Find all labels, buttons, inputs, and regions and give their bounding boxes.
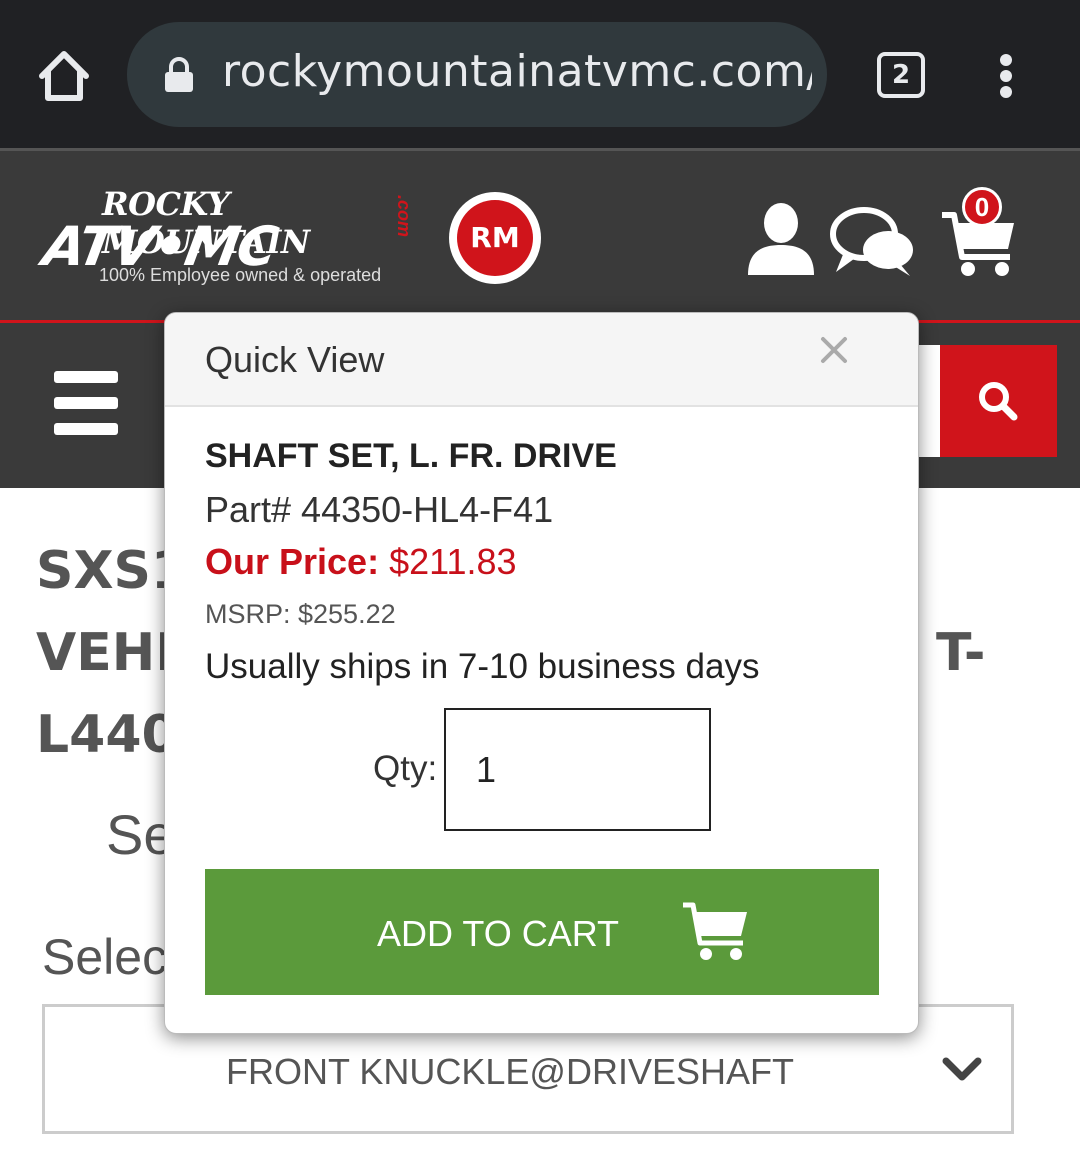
our-price: Our Price: $211.83 <box>205 541 517 583</box>
add-to-cart-button[interactable]: ADD TO CART <box>205 869 879 995</box>
site-logo[interactable]: ROCKY MOUNTAIN ATV•MC .com 100% Employee… <box>38 183 444 293</box>
account-icon[interactable] <box>746 201 816 276</box>
qty-label: Qty: <box>373 749 438 788</box>
overflow-menu-icon[interactable] <box>990 52 1024 100</box>
shipping-info: Usually ships in 7-10 business days <box>205 647 760 686</box>
quick-view-modal: Quick View SHAFT SET, L. FR. DRIVE Part#… <box>164 312 919 1034</box>
select-label: Select <box>42 929 181 985</box>
browser-toolbar: rockymountainatvmc.com/oe 2 <box>0 0 1080 148</box>
price-label: Our Price: <box>205 541 380 582</box>
rm-badge-text: RM <box>457 200 533 276</box>
modal-title: Quick View <box>205 339 385 380</box>
modal-header: Quick View <box>165 313 918 407</box>
cart-icon <box>681 901 749 963</box>
page-title-line2-right: T- <box>936 623 986 683</box>
quantity-input[interactable] <box>444 708 711 831</box>
home-icon[interactable] <box>34 46 94 106</box>
product-name: SHAFT SET, L. FR. DRIVE <box>205 437 617 475</box>
msrp: MSRP: $255.22 <box>205 599 396 629</box>
part-number: Part# 44350-HL4-F41 <box>205 489 554 530</box>
cart-count-badge: 0 <box>962 187 1002 227</box>
logo-text-com: .com <box>394 195 414 238</box>
close-icon[interactable] <box>817 333 851 367</box>
logo-tagline: 100% Employee owned & operated <box>99 265 382 285</box>
site-header: ROCKY MOUNTAIN ATV•MC .com 100% Employee… <box>0 148 1080 320</box>
lock-icon <box>163 56 195 94</box>
url-text: rockymountainatvmc.com/oe <box>222 46 812 97</box>
price-value: $211.83 <box>389 541 517 582</box>
tab-switcher-button[interactable]: 2 <box>877 52 925 98</box>
search-button[interactable] <box>940 345 1057 457</box>
chat-icon[interactable] <box>830 206 916 278</box>
add-to-cart-label: ADD TO CART <box>377 913 620 954</box>
rm-badge-logo[interactable]: RM <box>449 192 541 284</box>
address-bar[interactable]: rockymountainatvmc.com/oe <box>127 22 827 127</box>
hamburger-menu-icon[interactable] <box>54 371 118 437</box>
dropdown-selected-value: FRONT KNUCKLE@DRIVESHAFT <box>226 1051 794 1092</box>
chevron-down-icon <box>941 1055 983 1085</box>
